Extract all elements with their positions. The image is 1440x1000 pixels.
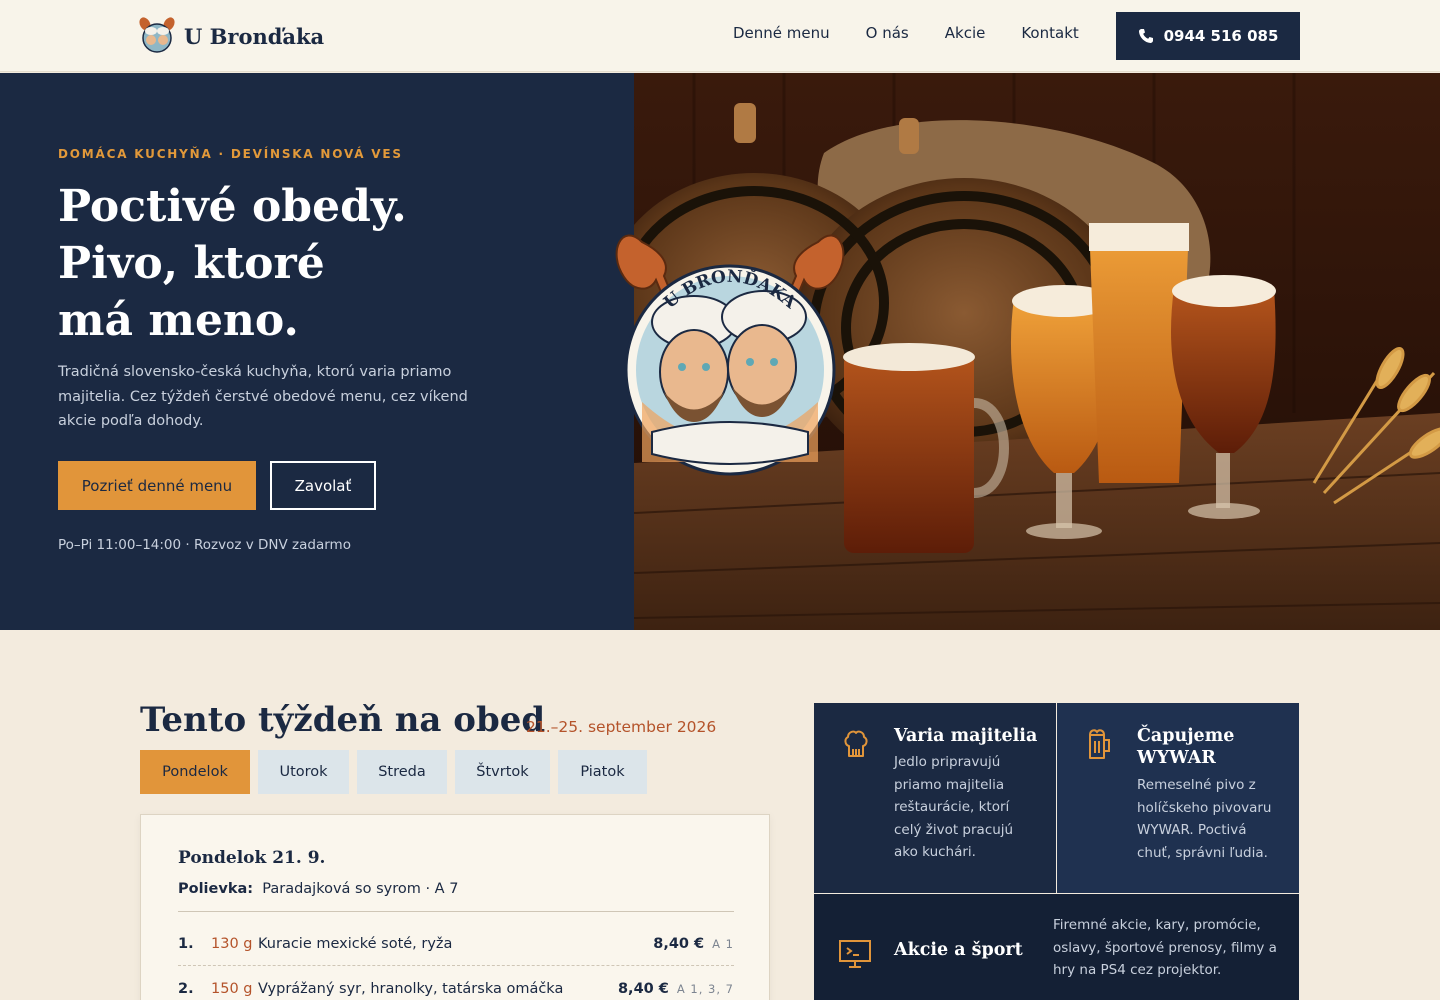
menu-item-price: 8,40 €: [653, 936, 705, 952]
daily-menu-card: Pondelok 21. 9. Polievka: Paradajková so…: [140, 814, 770, 1000]
chef-hat-icon: [844, 730, 868, 757]
menu-item-allergens: A 1, 3, 7: [676, 982, 734, 996]
menu-item-dish: Kuracie mexické soté, ryža: [258, 936, 453, 952]
phone-button[interactable]: 0944 516 085: [1116, 12, 1300, 60]
feature-card-text: Firemné akcie, kary, promócie, oslavy, š…: [1053, 917, 1277, 979]
tab-streda[interactable]: Streda: [357, 750, 447, 794]
site-header: U Bronďaka Denné menu O nás Akcie Kontak…: [0, 0, 1440, 72]
projector-screen-icon: [839, 940, 871, 968]
feature-card-events: Akcie a šport Firemné akcie, kary, promó…: [814, 894, 1299, 1000]
tab-piatok[interactable]: Piatok: [558, 750, 647, 794]
feature-card-chefs: Varia majitelia Jedlo pripravujú priamo …: [814, 703, 1056, 893]
feature-card-title: Čapujeme WYWAR: [1137, 726, 1235, 768]
nav-link-o-nas[interactable]: O nás: [866, 24, 909, 42]
menu-item: 1. 130 g Kuracie mexické soté, ryža 8,40…: [178, 932, 734, 956]
brand-name: U Bronďaka: [184, 23, 325, 49]
nav-link-kontakt[interactable]: Kontakt: [1021, 24, 1078, 42]
menu-item-allergens: A 1: [712, 937, 734, 951]
menu-date-range: 21.–25. september 2026: [526, 718, 717, 736]
menu-item-weight: 150 g: [211, 981, 253, 997]
menu-item-dish: Vyprážaný syr, hranolky, tatárska omáčka: [258, 981, 564, 997]
call-button[interactable]: Zavolať: [270, 461, 376, 510]
menu-section-title: Tento týždeň na obed: [140, 700, 546, 740]
tab-pondelok[interactable]: Pondelok: [140, 750, 250, 794]
menu-row-separator: [178, 965, 734, 966]
menu-divider: [178, 911, 734, 912]
menu-item-number: 1.: [178, 936, 194, 952]
phone-icon: [1138, 29, 1153, 43]
main-nav: Denné menu O nás Akcie Kontakt: [733, 24, 1079, 42]
hero-title-line: má meno.: [58, 295, 299, 346]
soup-label: Polievka:: [178, 881, 254, 897]
menu-item-price: 8,40 €: [617, 981, 669, 997]
phone-number: 0944 516 085: [1163, 27, 1279, 45]
hero-panel: DOMÁCA KUCHYŇA · DEVÍNSKA NOVÁ VES Pocti…: [0, 73, 634, 630]
hero-title: Poctivé obedy. Pivo, ktoré má meno.: [58, 178, 407, 349]
feature-card-title: Akcie a šport: [894, 940, 1023, 960]
hero-title-line: Pivo, ktoré: [58, 238, 325, 289]
soup-name: Paradajková so syrom · A 7: [262, 881, 459, 897]
view-menu-button[interactable]: Pozrieť denné menu: [58, 461, 256, 510]
chef-mascot-logo-icon: [139, 17, 175, 53]
mascot-badge-image: U BRONĎAKA: [615, 234, 845, 476]
brand-logo[interactable]: U Bronďaka: [138, 16, 324, 56]
nav-link-denne-menu[interactable]: Denné menu: [733, 24, 830, 42]
tab-utorok[interactable]: Utorok: [258, 750, 349, 794]
beer-mug-icon: [1089, 729, 1110, 759]
hero-eyebrow: DOMÁCA KUCHYŇA · DEVÍNSKA NOVÁ VES: [58, 147, 403, 161]
nav-link-akcie[interactable]: Akcie: [945, 24, 986, 42]
soup-line: Polievka: Paradajková so syrom · A 7: [178, 881, 458, 897]
feature-card-text: Remeselné pivo z holíčskeho pivovaru WYW…: [1137, 777, 1272, 861]
hero-title-line: Poctivé obedy.: [58, 181, 407, 232]
feature-card-beer: Čapujeme WYWAR Remeselné pivo z holíčske…: [1057, 703, 1299, 893]
opening-hours: Po–Pi 11:00–14:00 · Rozvoz v DNV zadarmo: [58, 537, 351, 553]
feature-card-text: Jedlo pripravujú priamo majitelia reštau…: [894, 754, 1014, 861]
menu-day-title: Pondelok 21. 9.: [178, 848, 326, 868]
menu-item-weight: 130 g: [211, 936, 253, 952]
feature-card-title: Varia majitelia: [894, 726, 1038, 746]
menu-item-number: 2.: [178, 981, 194, 997]
day-tabs: Pondelok Utorok Streda Štvrtok Piatok: [140, 750, 647, 794]
menu-item: 2. 150 g Vyprážaný syr, hranolky, tatárs…: [178, 977, 734, 1000]
tab-stvrtok[interactable]: Štvrtok: [455, 750, 550, 794]
hero-description: Tradičná slovensko-česká kuchyňa, ktorú …: [58, 364, 468, 429]
